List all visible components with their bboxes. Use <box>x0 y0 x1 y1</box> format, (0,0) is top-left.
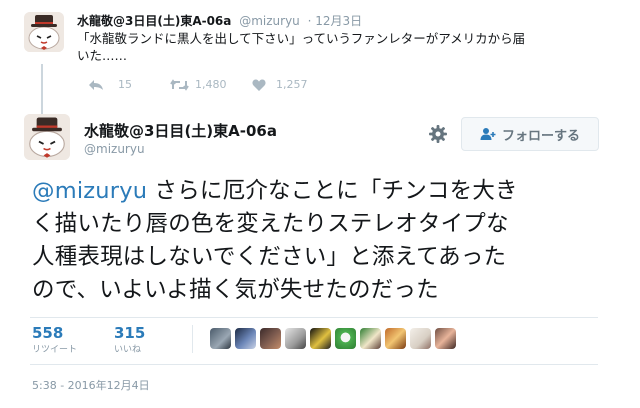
stats-divider-top <box>30 317 598 318</box>
reply-author-name[interactable]: 水龍敬@3日目(土)東A-06a <box>77 14 231 28</box>
retweet-count: 1,480 <box>195 78 227 91</box>
main-text-line1: @mizuryu さらに厄介なことに「チンコを大き <box>32 175 632 208</box>
person-add-icon <box>480 128 496 140</box>
reply-action[interactable]: 15 <box>88 78 132 91</box>
reply-author-handle[interactable]: @mizuryu <box>239 14 300 28</box>
liker-avatar[interactable] <box>310 328 331 349</box>
main-author-handle[interactable]: @mizuryu <box>84 142 145 156</box>
follow-label: フォローする <box>501 128 580 144</box>
liker-avatar[interactable] <box>260 328 281 349</box>
retweets-stat-count: 558 <box>32 324 64 342</box>
liker-avatar[interactable] <box>285 328 306 349</box>
stats-divider-bottom <box>30 364 598 365</box>
heart-icon <box>252 79 266 91</box>
liker-avatar[interactable] <box>210 328 231 349</box>
main-text-line4: ので、いよいよ描く気が失せたのだった <box>32 277 439 303</box>
main-text-line3: 人種表現はしないでください」と添えてあった <box>32 244 507 270</box>
main-text-line1-body: さらに厄介なことに「チンコを大き <box>147 178 518 204</box>
liker-avatar[interactable] <box>335 328 356 349</box>
thread-connector <box>41 64 43 116</box>
liker-avatar[interactable] <box>385 328 406 349</box>
main-text-line2: く描いたり唇の色を変えたりステレオタイプな <box>32 211 509 237</box>
likes-stat-count: 315 <box>114 324 146 342</box>
liker-avatar[interactable] <box>360 328 381 349</box>
reply-text-line1: 「水龍敬ランドに黒人を出して下さい」っていうファンレターがアメリカから届 <box>77 31 526 46</box>
avatar-reply[interactable] <box>24 12 64 52</box>
main-author-name[interactable]: 水龍敬@3日目(土)東A-06a <box>84 120 277 141</box>
avatar-image <box>24 12 64 52</box>
liker-avatar[interactable] <box>410 328 431 349</box>
avatar-image <box>24 114 70 160</box>
settings-button[interactable] <box>428 124 448 144</box>
stats-separator <box>192 325 193 353</box>
reply-count: 15 <box>118 78 132 91</box>
like-action[interactable]: 1,257 <box>252 78 308 91</box>
reply-date[interactable]: · 12月3日 <box>308 14 363 28</box>
avatar-main[interactable] <box>24 114 70 160</box>
main-tweet-text: @mizuryu さらに厄介なことに「チンコを大き く描いたり唇の色を変えたりス… <box>32 175 632 307</box>
reply-text-line2: いた…… <box>77 48 128 63</box>
retweet-icon <box>170 78 189 91</box>
tweet-timestamp[interactable]: 5:38 - 2016年12月4日 <box>32 377 150 393</box>
mention-link[interactable]: @mizuryu <box>32 178 147 204</box>
reply-icon <box>89 79 103 90</box>
retweet-action[interactable]: 1,480 <box>170 78 227 91</box>
liker-avatar[interactable] <box>235 328 256 349</box>
reply-tweet-text: 「水龍敬ランドに黒人を出して下さい」っていうファンレターがアメリカから届 いた…… <box>77 30 637 64</box>
like-count: 1,257 <box>276 78 308 91</box>
gear-icon <box>429 125 447 143</box>
follow-button[interactable]: フォローする <box>461 117 599 151</box>
likes-stat[interactable]: 315 いいね <box>114 324 174 355</box>
retweets-stat-label: リツイート <box>32 345 78 355</box>
liker-avatar[interactable] <box>435 328 456 349</box>
likes-stat-label: いいね <box>114 345 142 355</box>
retweets-stat[interactable]: 558 リツイート <box>32 324 102 355</box>
